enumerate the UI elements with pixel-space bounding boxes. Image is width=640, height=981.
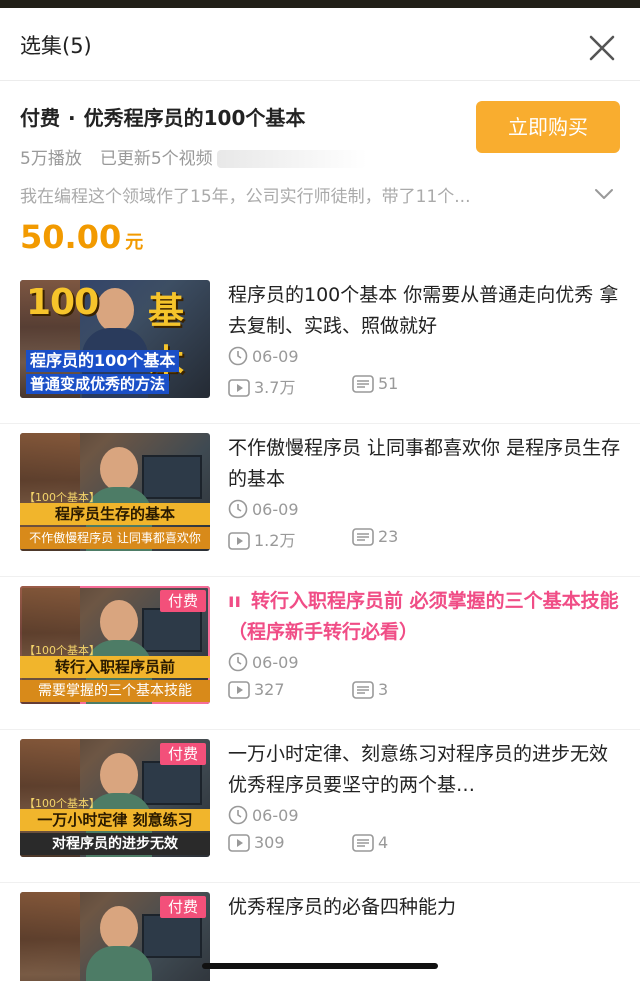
panel-title: 选集(5) bbox=[20, 34, 92, 58]
episode-item[interactable]: 【100个基本】 程序员生存的基本 不作傲慢程序员 让同事都喜欢你 不作傲慢程序… bbox=[0, 423, 640, 577]
episode-meta: 1.2万 23 bbox=[228, 527, 628, 551]
buy-now-button[interactable]: 立即购买 bbox=[476, 101, 620, 153]
thumbnail-background bbox=[20, 892, 80, 981]
thumbnail-big-text: 100基本 bbox=[26, 282, 184, 384]
episode-title: 一万小时定律、刻意练习对程序员的进步无效 优秀程序员要坚守的两个基… bbox=[228, 743, 609, 796]
paid-label: 付费 bbox=[20, 106, 60, 130]
play-icon bbox=[228, 379, 250, 397]
episode-thumbnail: 付费 【100个基本】 转行入职程序员前 需要掌握的三个基本技能 bbox=[20, 586, 210, 704]
thumbnail-caption: 对程序员的进步无效 bbox=[20, 833, 210, 855]
paid-badge: 付费 bbox=[159, 590, 206, 612]
comment-icon bbox=[352, 528, 374, 546]
episode-title: ıı 转行入职程序员前 必须掌握的三个基本技能（程序新手转行必看） bbox=[228, 590, 619, 643]
episode-play-count: 327 bbox=[254, 680, 285, 699]
episode-item-active[interactable]: 付费 【100个基本】 转行入职程序员前 需要掌握的三个基本技能 ıı 转行入职程… bbox=[0, 576, 640, 730]
thumbnail-caption: 需要掌握的三个基本技能 bbox=[20, 680, 210, 702]
comment-icon bbox=[352, 681, 374, 699]
episode-comments: 3 bbox=[352, 680, 388, 699]
status-bar bbox=[0, 0, 640, 8]
episode-thumbnail: 付费 【100个基本】 一万小时定律 刻意练习 对程序员的进步无效 bbox=[20, 739, 210, 857]
episode-date: 06-09 bbox=[228, 346, 299, 366]
expand-description-button[interactable] bbox=[592, 184, 616, 204]
episode-title: 程序员的100个基本 你需要从普通走向优秀 拿去复制、实践、照做就好 bbox=[228, 284, 619, 337]
episode-comments: 23 bbox=[352, 527, 398, 546]
episode-item[interactable]: 付费 【100个基本】 一万小时定律 刻意练习 对程序员的进步无效 一万小时定律… bbox=[0, 729, 640, 883]
play-icon bbox=[228, 681, 250, 699]
thumbnail-caption: 程序员的100个基本 bbox=[26, 350, 180, 372]
episode-meta: 327 3 bbox=[228, 680, 628, 699]
paid-badge: 付费 bbox=[159, 896, 206, 918]
now-playing-icon: ıı bbox=[228, 590, 242, 612]
home-indicator bbox=[202, 963, 438, 969]
episode-item[interactable]: 100基本 程序员的100个基本 普通变成优秀的方法 程序员的100个基本 你需… bbox=[0, 270, 640, 424]
price-value: 50.00 bbox=[20, 218, 122, 256]
price: 50.00 元 bbox=[20, 218, 143, 256]
episode-thumbnail: 付费 bbox=[20, 892, 210, 981]
episode-date: 06-09 bbox=[228, 805, 299, 825]
episode-title: 优秀程序员的必备四种能力 bbox=[228, 896, 457, 918]
episode-comments: 4 bbox=[352, 833, 388, 852]
comment-icon bbox=[352, 834, 374, 852]
blurred-text bbox=[216, 150, 367, 168]
episode-play-count: 309 bbox=[254, 833, 285, 852]
course-title: 优秀程序员的100个基本 bbox=[83, 106, 306, 130]
episode-thumbnail: 100基本 程序员的100个基本 普通变成优秀的方法 bbox=[20, 280, 210, 398]
episode-play-count: 1.2万 bbox=[254, 531, 296, 550]
clock-icon bbox=[228, 652, 248, 672]
close-icon bbox=[589, 35, 615, 61]
chevron-down-icon bbox=[595, 189, 613, 199]
thumbnail-caption: 程序员生存的基本 bbox=[20, 503, 210, 525]
play-icon bbox=[228, 532, 250, 550]
price-unit: 元 bbox=[125, 232, 144, 253]
episode-date: 06-09 bbox=[228, 652, 299, 672]
course-stats: 5万播放 已更新5个视频 bbox=[20, 144, 385, 169]
course-title-row: 付费 · 优秀程序员的100个基本 bbox=[20, 102, 305, 131]
clock-icon bbox=[228, 346, 248, 366]
course-info: 付费 · 优秀程序员的100个基本 立即购买 5万播放 已更新5个视频 我在编程这个领… bbox=[0, 80, 640, 270]
episode-meta: 3.7万 51 bbox=[228, 374, 628, 398]
thumbnail-caption: 普通变成优秀的方法 bbox=[26, 374, 170, 394]
episode-title: 不作傲慢程序员 让同事都喜欢你 是程序员生存的基本 bbox=[228, 437, 621, 490]
episode-play-count: 3.7万 bbox=[254, 378, 296, 397]
thumbnail-caption: 不作傲慢程序员 让同事都喜欢你 bbox=[20, 527, 210, 549]
presenter-image bbox=[86, 906, 152, 981]
thumbnail-caption: 一万小时定律 刻意练习 bbox=[20, 809, 210, 831]
clock-icon bbox=[228, 805, 248, 825]
clock-icon bbox=[228, 499, 248, 519]
episode-thumbnail: 【100个基本】 程序员生存的基本 不作傲慢程序员 让同事都喜欢你 bbox=[20, 433, 210, 551]
play-count: 5万播放 bbox=[20, 149, 82, 169]
close-button[interactable] bbox=[584, 30, 620, 66]
episode-panel-header: 选集(5) bbox=[0, 8, 640, 81]
paid-badge: 付费 bbox=[159, 743, 206, 765]
course-description: 我在编程这个领域作了15年，公司实行师徒制，带了11个... bbox=[20, 187, 471, 207]
update-status: 已更新5个视频 bbox=[99, 149, 213, 169]
episode-date: 06-09 bbox=[228, 499, 299, 519]
episode-comments: 51 bbox=[352, 374, 398, 393]
play-icon bbox=[228, 834, 250, 852]
comment-icon bbox=[352, 375, 374, 393]
thumbnail-caption: 转行入职程序员前 bbox=[20, 656, 210, 678]
episode-meta: 309 4 bbox=[228, 833, 628, 852]
title-separator: · bbox=[68, 106, 76, 130]
